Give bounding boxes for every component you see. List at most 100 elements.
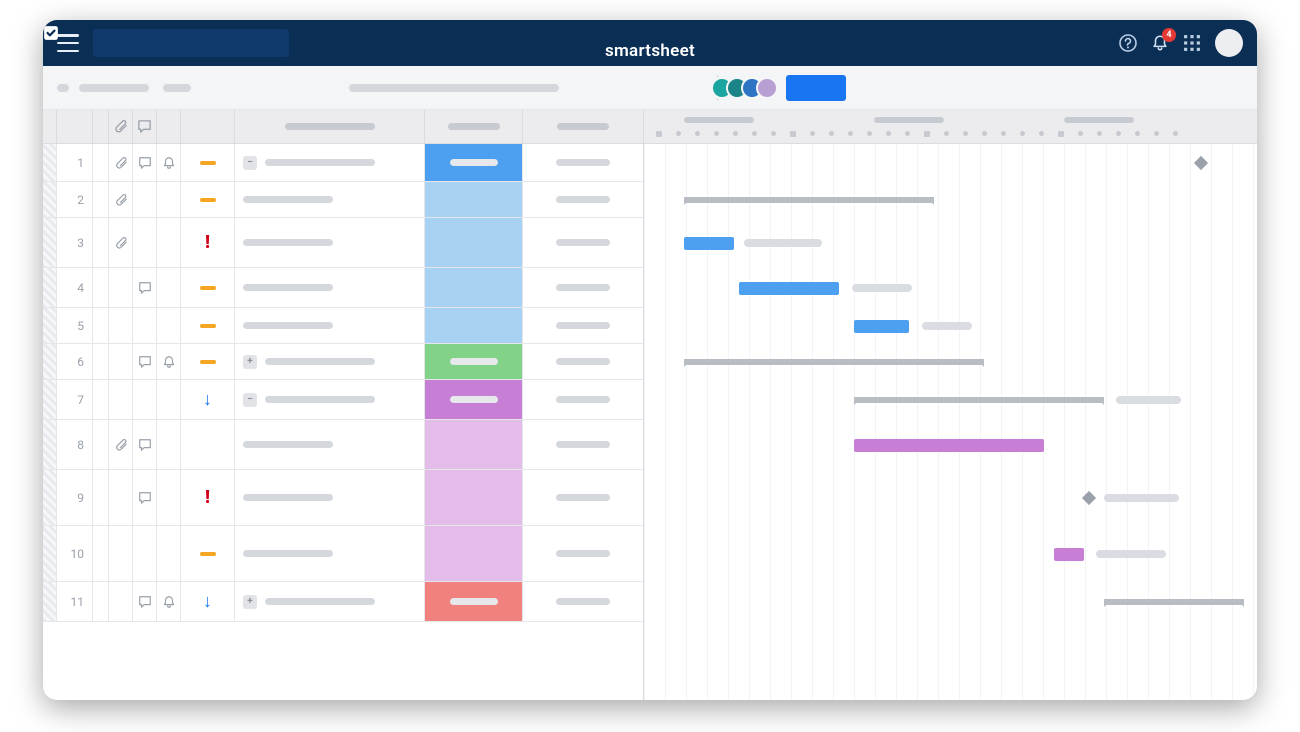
comment-icon[interactable]: [138, 491, 152, 505]
bell-icon[interactable]: [162, 156, 176, 170]
cell-attachments[interactable]: [109, 182, 133, 217]
cell-attachments[interactable]: [109, 144, 133, 181]
cell-comments[interactable]: [133, 470, 157, 525]
priority-flag-medium[interactable]: [200, 198, 216, 202]
attach-icon[interactable]: [114, 193, 128, 207]
row-expand[interactable]: [93, 344, 109, 379]
cell-comments[interactable]: [133, 182, 157, 217]
attach-icon[interactable]: [114, 438, 128, 452]
cell-status[interactable]: [425, 380, 523, 419]
attach-icon[interactable]: [114, 156, 128, 170]
row-drag-handle[interactable]: [43, 218, 57, 267]
cell-comments[interactable]: [133, 268, 157, 307]
cell-attachments[interactable]: [109, 420, 133, 469]
priority-flag-high[interactable]: !: [205, 487, 210, 508]
cell-date[interactable]: [523, 182, 643, 217]
cell-status[interactable]: [425, 470, 523, 525]
cell-priority[interactable]: [181, 344, 235, 379]
cell-taskname[interactable]: [235, 526, 425, 581]
cell-reminders[interactable]: [157, 218, 181, 267]
row-drag-handle[interactable]: [43, 308, 57, 343]
cell-taskname[interactable]: [235, 470, 425, 525]
notifications-icon[interactable]: 4: [1151, 34, 1169, 52]
cell-date[interactable]: [523, 144, 643, 181]
cell-taskname[interactable]: [235, 308, 425, 343]
cell-status[interactable]: [425, 144, 523, 181]
gantt-summary-bar[interactable]: [684, 359, 984, 365]
cell-comments[interactable]: [133, 344, 157, 379]
priority-flag-medium[interactable]: [200, 552, 216, 556]
cell-date[interactable]: [523, 344, 643, 379]
grid-row[interactable]: 5: [43, 308, 643, 344]
row-expand[interactable]: [93, 144, 109, 181]
cell-comments[interactable]: [133, 308, 157, 343]
row-expand[interactable]: [93, 218, 109, 267]
grid-row[interactable]: 6 +: [43, 344, 643, 380]
row-toggle[interactable]: +: [243, 355, 257, 369]
row-drag-handle[interactable]: [43, 526, 57, 581]
cell-attachments[interactable]: [109, 470, 133, 525]
cell-comments[interactable]: [133, 420, 157, 469]
comment-icon[interactable]: [138, 156, 152, 170]
comment-icon[interactable]: [138, 355, 152, 369]
cell-comments[interactable]: [133, 218, 157, 267]
row-drag-handle[interactable]: [43, 344, 57, 379]
cell-status[interactable]: [425, 526, 523, 581]
cell-taskname[interactable]: +: [235, 582, 425, 621]
toolbar-item[interactable]: [163, 84, 191, 92]
priority-flag-high[interactable]: !: [205, 232, 210, 253]
cell-priority[interactable]: [181, 182, 235, 217]
comment-icon[interactable]: [138, 595, 152, 609]
gantt-milestone[interactable]: [1082, 491, 1096, 505]
cell-reminders[interactable]: [157, 268, 181, 307]
cell-priority[interactable]: [181, 268, 235, 307]
cell-priority[interactable]: ↓: [181, 380, 235, 419]
collaborator-presence[interactable]: [718, 77, 778, 99]
row-drag-handle[interactable]: [43, 144, 57, 181]
row-expand[interactable]: [93, 420, 109, 469]
cell-comments[interactable]: [133, 526, 157, 581]
grid-row[interactable]: 3 !: [43, 218, 643, 268]
cell-reminders[interactable]: [157, 144, 181, 181]
priority-flag-medium[interactable]: [200, 324, 216, 328]
row-drag-handle[interactable]: [43, 182, 57, 217]
row-drag-handle[interactable]: [43, 268, 57, 307]
cell-comments[interactable]: [133, 380, 157, 419]
bell-icon[interactable]: [162, 355, 176, 369]
row-expand[interactable]: [93, 268, 109, 307]
priority-flag-medium[interactable]: [200, 286, 216, 290]
cell-comments[interactable]: [133, 582, 157, 621]
toolbar-item[interactable]: [57, 84, 69, 92]
cell-priority[interactable]: !: [181, 470, 235, 525]
cell-taskname[interactable]: [235, 182, 425, 217]
cell-priority[interactable]: [181, 420, 235, 469]
cell-date[interactable]: [523, 526, 643, 581]
cell-status[interactable]: [425, 582, 523, 621]
cell-status[interactable]: [425, 344, 523, 379]
gantt-task-bar[interactable]: [684, 237, 734, 250]
account-avatar[interactable]: [1215, 29, 1243, 57]
cell-reminders[interactable]: [157, 582, 181, 621]
cell-taskname[interactable]: +: [235, 344, 425, 379]
cell-taskname[interactable]: −: [235, 380, 425, 419]
grid-row[interactable]: 1 −: [43, 144, 643, 182]
priority-flag-low[interactable]: ↓: [203, 591, 212, 612]
bell-icon[interactable]: [162, 595, 176, 609]
cell-reminders[interactable]: [157, 526, 181, 581]
help-icon[interactable]: [1119, 34, 1137, 52]
cell-attachments[interactable]: [109, 218, 133, 267]
gantt-milestone[interactable]: [1194, 156, 1208, 170]
cell-date[interactable]: [523, 308, 643, 343]
cell-priority[interactable]: ↓: [181, 582, 235, 621]
row-expand[interactable]: [93, 526, 109, 581]
gantt-summary-bar[interactable]: [684, 197, 934, 203]
priority-flag-medium[interactable]: [200, 161, 216, 165]
cell-priority[interactable]: [181, 308, 235, 343]
gantt-summary-bar[interactable]: [1104, 599, 1244, 605]
gantt-task-bar[interactable]: [1054, 548, 1084, 561]
grid-row[interactable]: 11 ↓ +: [43, 582, 643, 622]
cell-taskname[interactable]: −: [235, 144, 425, 181]
cell-taskname[interactable]: [235, 218, 425, 267]
cell-date[interactable]: [523, 420, 643, 469]
cell-status[interactable]: [425, 268, 523, 307]
